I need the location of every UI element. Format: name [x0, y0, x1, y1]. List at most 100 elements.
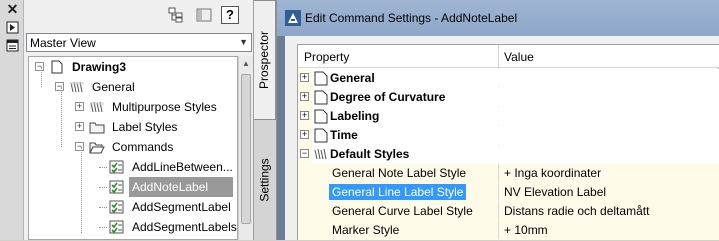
tree-item[interactable]: Drawing3 [69, 57, 129, 77]
expand-icon[interactable]: + [75, 122, 84, 131]
tree-item[interactable]: AddNoteLabel [129, 177, 233, 197]
page-icon [313, 128, 329, 146]
pin-icon[interactable] [6, 21, 19, 34]
help-icon[interactable]: ? [221, 6, 239, 24]
tab-prospector[interactable]: Prospector [254, 0, 276, 120]
category-row[interactable]: + Degree of Curvature [298, 88, 719, 107]
property-grid: Property Value + General + Degree of Curvat… [297, 44, 719, 241]
collapse-icon[interactable]: − [300, 149, 309, 158]
expand-icon[interactable]: + [300, 130, 309, 139]
property-label: Marker Style [332, 223, 400, 237]
left-toolbar: ✕ [0, 0, 24, 240]
category-label: Labeling [330, 109, 380, 123]
app-icon [285, 10, 301, 26]
tree-guide-line [81, 147, 82, 233]
collapse-icon[interactable]: − [55, 82, 64, 91]
command-icon [109, 160, 125, 174]
category-value-bg [499, 107, 719, 126]
properties-icon[interactable] [6, 39, 19, 52]
prospector-tree: − Drawing3− General + Multipurpose Styles + La… [28, 56, 238, 240]
scroll-up-icon[interactable]: ▲ [242, 59, 250, 68]
command-icon [109, 180, 125, 194]
scrollbar-thumb[interactable] [241, 74, 251, 224]
tree-item[interactable]: Label Styles [109, 117, 180, 137]
tree-scrollbar[interactable]: ▲ [238, 56, 253, 240]
category-row[interactable]: + Time [298, 126, 719, 145]
row-gutter [298, 221, 312, 240]
tree-connector [99, 167, 107, 168]
property-row[interactable]: General Note Label Style + Inga koordinat… [298, 164, 719, 183]
category-value-bg [499, 88, 719, 107]
category-value-bg [499, 145, 719, 164]
category-row[interactable]: − Default Styles [298, 145, 719, 164]
tab-prospector-label: Prospector [257, 30, 272, 90]
collapse-icon[interactable]: − [75, 142, 84, 151]
property-value: + Inga koordinater [504, 166, 602, 180]
property-row[interactable]: General Curve Label Style Distans radie o… [298, 202, 719, 221]
category-label: Time [330, 128, 358, 142]
property-value: NV Elevation Label [504, 185, 607, 199]
item-view-icon[interactable] [195, 6, 213, 24]
expand-icon[interactable]: + [300, 92, 309, 101]
panel-toolbar: ? [167, 6, 247, 26]
property-value: Distans radie och deltamått [504, 204, 650, 218]
view-select[interactable]: Master View ▼ [26, 33, 252, 52]
folder-icon [89, 120, 105, 134]
tree-guide-line [61, 87, 62, 147]
category-row[interactable]: + Labeling [298, 107, 719, 126]
row-gutter [298, 202, 312, 221]
expand-icon[interactable]: + [75, 102, 84, 111]
dialog-title: Edit Command Settings - AddNoteLabel [305, 11, 518, 25]
property-value: + 10mm [504, 223, 548, 237]
tab-settings-label: Settings [258, 158, 273, 202]
edit-command-settings-dialog: Edit Command Settings - AddNoteLabel Pro… [277, 0, 719, 241]
styles-collection-icon [313, 147, 329, 165]
dialog-title-bar[interactable]: Edit Command Settings - AddNoteLabel [277, 0, 719, 36]
category-value-bg [499, 69, 719, 88]
category-value-bg [499, 126, 719, 145]
tree-guide-line [41, 67, 42, 87]
panel-tabs: Prospector Settings [254, 0, 277, 240]
tree-item[interactable]: Commands [109, 137, 176, 157]
tree-connector [99, 227, 107, 228]
category-label: General [330, 71, 375, 85]
folder-open-icon [89, 140, 105, 154]
expand-icon[interactable]: + [300, 73, 309, 82]
tab-settings[interactable]: Settings [254, 140, 276, 220]
close-icon[interactable]: ✕ [6, 2, 19, 16]
styles-collection-icon [69, 80, 85, 94]
grid-header: Property Value [298, 45, 719, 68]
page-icon [313, 71, 329, 89]
collapse-icon[interactable]: − [35, 62, 44, 71]
row-gutter [298, 183, 312, 202]
tree-item[interactable]: General [89, 77, 138, 97]
chevron-down-icon[interactable]: ▼ [239, 37, 248, 47]
category-row[interactable]: + General [298, 69, 719, 88]
value-column-header[interactable]: Value [504, 50, 534, 64]
category-label: Degree of Curvature [330, 90, 446, 104]
tree-item[interactable]: AddSegmentLabel [129, 197, 234, 217]
property-label: General Curve Label Style [332, 204, 473, 218]
styles-collection-icon [89, 100, 105, 114]
category-label: Default Styles [330, 147, 410, 161]
dialog-content: Property Value + General + Degree of Curvat… [285, 36, 719, 241]
view-select-value: Master View [30, 36, 96, 50]
property-row[interactable]: Marker Style + 10mm [298, 221, 719, 240]
tree-connector [99, 207, 107, 208]
toolspace-panel: ? Master View ▼ − Drawing3− General + Multip… [24, 0, 254, 240]
expand-icon[interactable]: + [300, 111, 309, 120]
page-icon [313, 90, 329, 108]
property-column-header[interactable]: Property [304, 50, 349, 64]
structure-icon[interactable] [167, 6, 185, 24]
tree-item[interactable]: AddSegmentLabels [129, 217, 237, 237]
property-row[interactable]: General Line Label Style NV Elevation Lab… [298, 183, 719, 202]
tree-item[interactable]: Multipurpose Styles [109, 97, 220, 117]
tree-connector [99, 187, 107, 188]
tree-item[interactable]: AddLineBetween... [129, 157, 236, 177]
drawing-icon [49, 60, 65, 74]
command-icon [109, 220, 125, 234]
page-icon [313, 109, 329, 127]
command-icon [109, 200, 125, 214]
row-gutter [298, 164, 312, 183]
property-label: General Line Label Style [329, 184, 467, 200]
